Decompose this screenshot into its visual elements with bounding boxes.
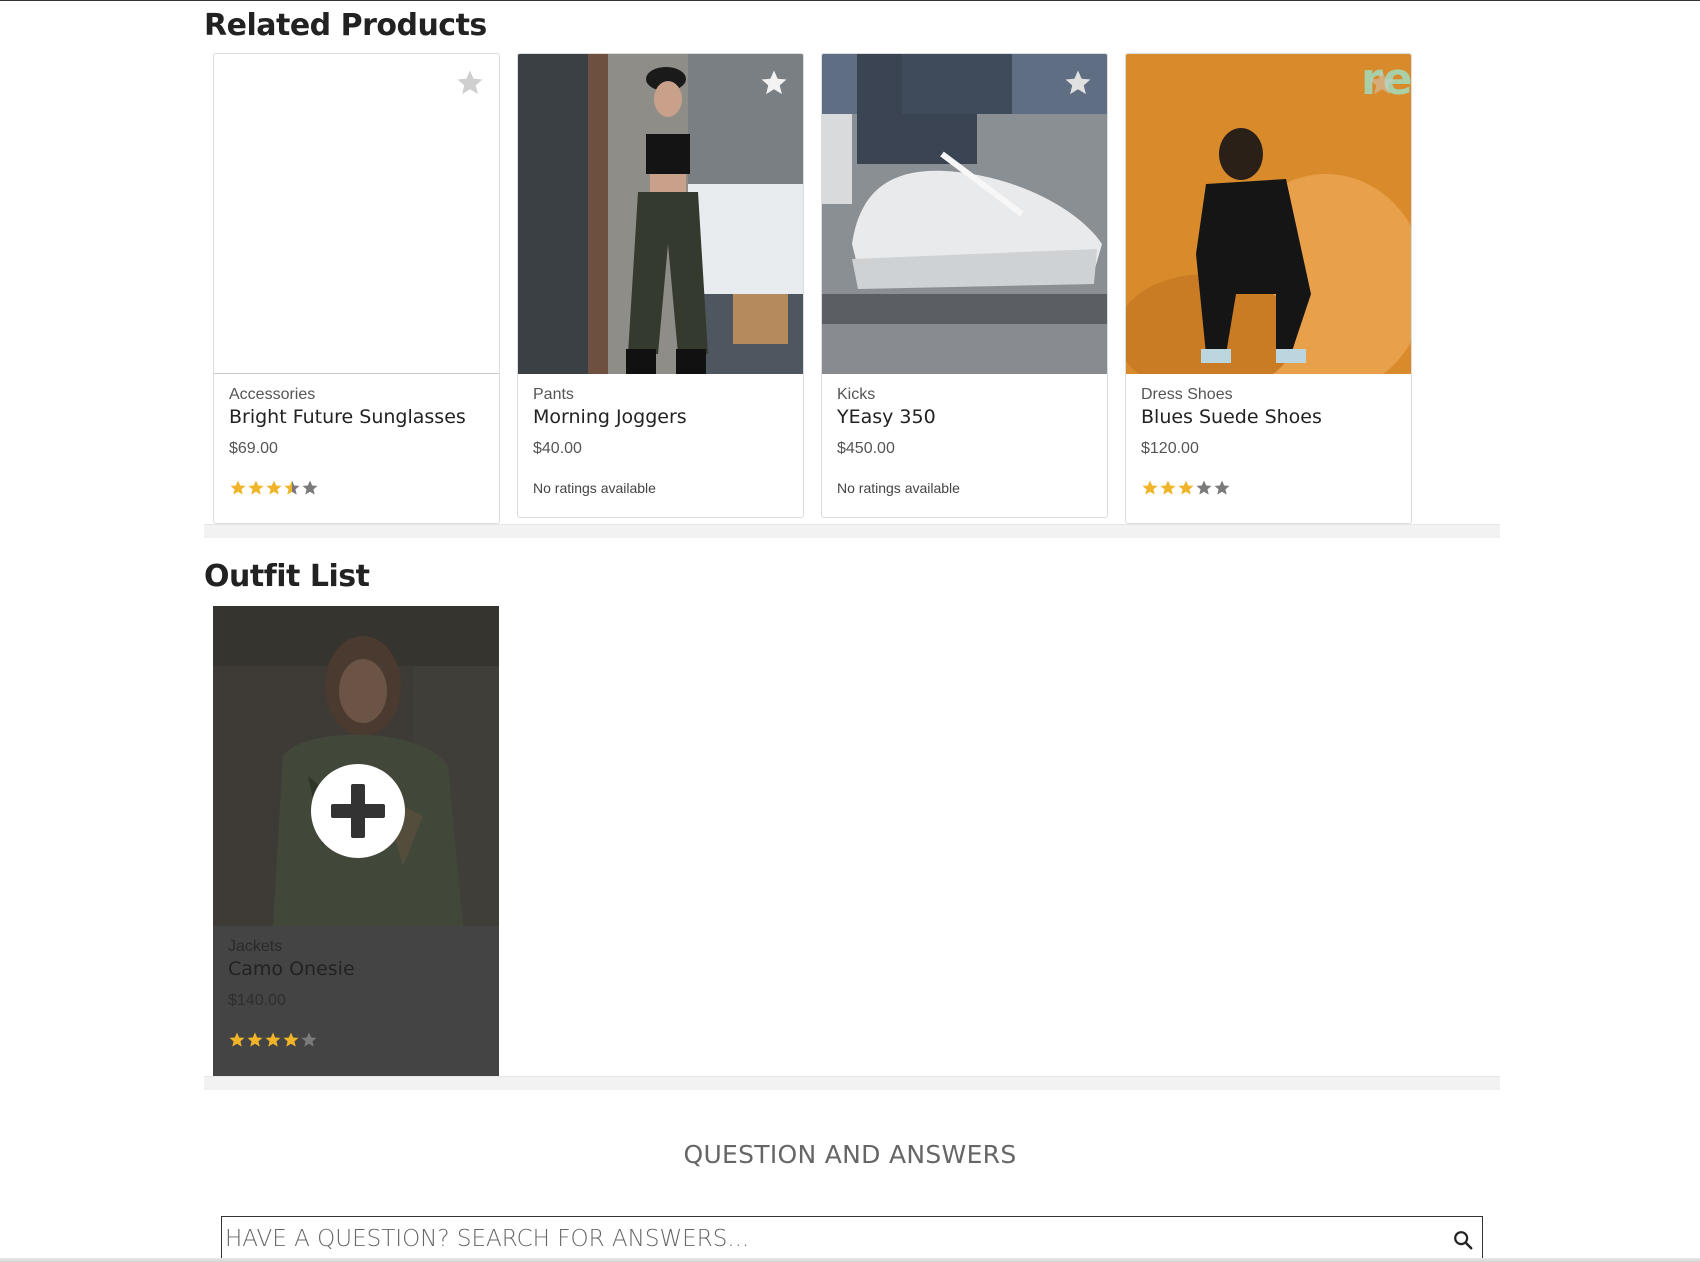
product-name[interactable]: Morning Joggers	[533, 406, 793, 428]
favorite-star-icon[interactable]	[759, 68, 789, 98]
outfit-category: Jackets	[228, 938, 283, 955]
star-filled-icon	[1142, 480, 1158, 495]
product-image	[518, 54, 803, 374]
product-image-placeholder	[214, 54, 499, 374]
product-card[interactable]: Accessories Bright Future Sunglasses $69…	[213, 53, 500, 524]
no-ratings-text: No ratings available	[837, 480, 960, 496]
product-image	[822, 54, 1107, 374]
top-border	[0, 0, 1700, 1]
product-price: $120.00	[1141, 440, 1199, 457]
product-category: Dress Shoes	[1141, 386, 1233, 403]
product-card[interactable]: Pants Morning Joggers $40.00 No ratings …	[517, 53, 804, 518]
star-filled-icon	[248, 480, 264, 495]
qa-search-box[interactable]	[221, 1216, 1483, 1262]
star-filled-icon	[266, 480, 282, 495]
star-filled-icon	[265, 1032, 281, 1047]
bottom-edge	[0, 1258, 1700, 1262]
section-divider	[204, 524, 1500, 538]
star-rating: No ratings available	[837, 478, 1097, 498]
product-price: $450.00	[837, 440, 895, 457]
related-products-title: Related Products	[204, 8, 487, 43]
outfit-price: $140.00	[228, 992, 286, 1009]
product-card[interactable]: re Dress Shoes Blues Suede Shoes $120.00	[1125, 53, 1412, 524]
star-rating	[229, 478, 489, 498]
product-price: $40.00	[533, 440, 582, 457]
outfit-list-title: Outfit List	[204, 559, 370, 594]
star-empty-icon	[1196, 480, 1212, 495]
star-filled-icon	[247, 1032, 263, 1047]
plus-icon	[331, 784, 385, 838]
product-category: Kicks	[837, 386, 876, 403]
star-filled-icon	[230, 480, 246, 495]
star-rating	[228, 1030, 355, 1050]
star-filled-icon	[283, 1032, 299, 1047]
favorite-star-icon[interactable]	[455, 68, 485, 98]
qa-search-input[interactable]	[222, 1217, 1482, 1261]
product-name[interactable]: YEasy 350	[837, 406, 1097, 428]
no-ratings-text: No ratings available	[533, 480, 656, 496]
product-price: $69.00	[229, 440, 278, 457]
product-category: Pants	[533, 386, 574, 403]
star-filled-icon	[1160, 480, 1176, 495]
star-rating	[1141, 478, 1401, 498]
product-name[interactable]: Blues Suede Shoes	[1141, 406, 1401, 428]
favorite-star-icon[interactable]	[1063, 68, 1093, 98]
add-to-outfit-button[interactable]	[311, 764, 405, 858]
star-rating: No ratings available	[533, 478, 793, 498]
section-divider	[204, 1076, 1500, 1090]
star-empty-icon	[302, 480, 318, 495]
star-filled-icon	[229, 1032, 245, 1047]
product-category: Accessories	[229, 386, 316, 403]
star-filled-icon	[1178, 480, 1194, 495]
star-empty-icon	[1214, 480, 1230, 495]
star-empty-icon	[301, 1032, 317, 1047]
search-icon[interactable]	[1452, 1229, 1474, 1251]
product-image: re	[1126, 54, 1411, 374]
star-half-icon	[284, 480, 300, 495]
outfit-name: Camo Onesie	[228, 958, 355, 980]
qa-section-title: QUESTION AND ANSWERS	[683, 1140, 1017, 1169]
product-name[interactable]: Bright Future Sunglasses	[229, 406, 489, 428]
outfit-add-card[interactable]: Jackets Camo Onesie $140.00	[213, 606, 499, 1076]
favorite-star-icon[interactable]	[1367, 68, 1397, 98]
product-card[interactable]: Kicks YEasy 350 $450.00 No ratings avail…	[821, 53, 1108, 518]
